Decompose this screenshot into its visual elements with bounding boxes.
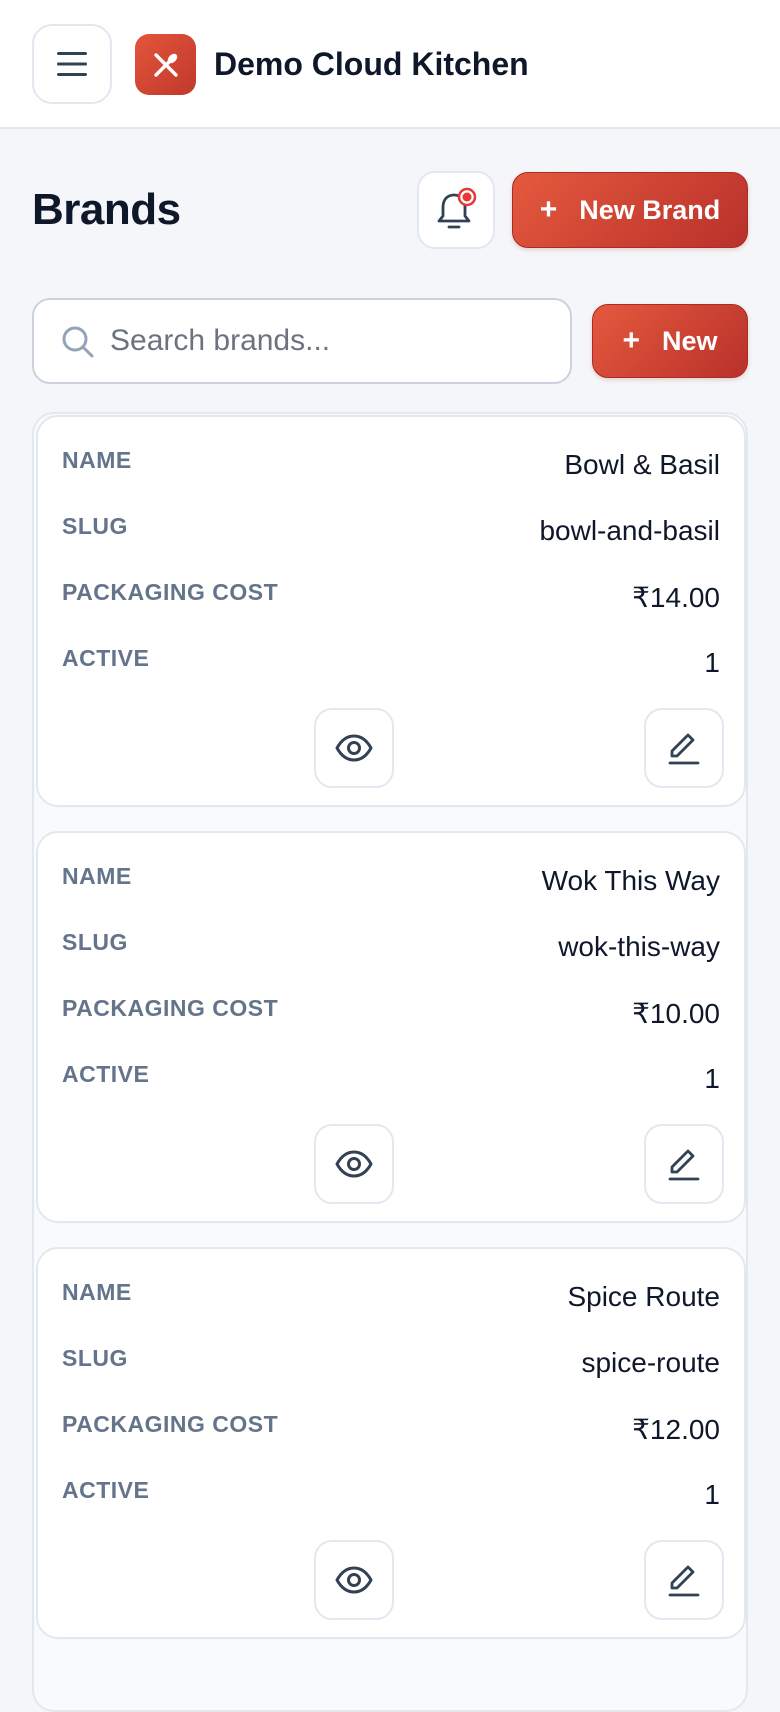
brand-packaging-cost: ₹12.00 — [632, 1414, 720, 1445]
slug-label: SLUG — [62, 929, 128, 955]
brand-slug: bowl-and-basil — [539, 515, 720, 546]
brand-active: 1 — [704, 647, 720, 678]
brand-name: Wok This Way — [541, 865, 720, 896]
new-brand-button[interactable]: + New Brand — [512, 172, 748, 248]
brand-list: NAME Bowl & Basil SLUG bowl-and-basil PA… — [32, 412, 748, 1712]
brand-packaging-cost: ₹10.00 — [632, 998, 720, 1029]
eye-icon — [335, 734, 373, 762]
slug-row: SLUG bowl-and-basil — [62, 513, 720, 553]
brand-card: NAME Spice Route SLUG spice-route PACKAG… — [36, 1247, 746, 1639]
new-brand-label: New Brand — [579, 194, 721, 225]
search-input[interactable] — [110, 300, 550, 382]
edit-button[interactable] — [644, 1124, 724, 1204]
pencil-icon — [668, 733, 700, 765]
view-button[interactable] — [314, 1540, 394, 1620]
packaging-cost-row: PACKAGING COST ₹12.00 — [62, 1411, 720, 1451]
slug-label: SLUG — [62, 1345, 128, 1371]
new-label: New — [662, 325, 718, 356]
view-button[interactable] — [314, 1124, 394, 1204]
name-row: NAME Wok This Way — [62, 863, 720, 903]
active-label: ACTIVE — [62, 1061, 150, 1087]
search-icon — [62, 326, 94, 358]
packaging-cost-label: PACKAGING COST — [62, 1411, 279, 1437]
active-label: ACTIVE — [62, 1477, 150, 1503]
slug-label: SLUG — [62, 513, 128, 539]
brand-name: Bowl & Basil — [564, 449, 720, 480]
brand-active: 1 — [704, 1063, 720, 1094]
active-row: ACTIVE 1 — [62, 1477, 720, 1517]
edit-button[interactable] — [644, 1540, 724, 1620]
pencil-icon — [668, 1565, 700, 1597]
app-logo[interactable] — [135, 34, 196, 95]
plus-icon: + — [539, 193, 558, 226]
notifications-button[interactable] — [417, 171, 495, 249]
brand-active: 1 — [704, 1479, 720, 1510]
edit-button[interactable] — [644, 708, 724, 788]
packaging-cost-label: PACKAGING COST — [62, 995, 279, 1021]
top-bar: Demo Cloud Kitchen — [0, 0, 780, 129]
plus-icon: + — [622, 324, 640, 357]
name-label: NAME — [62, 1279, 132, 1305]
page-title: Brands — [32, 185, 181, 234]
name-row: NAME Bowl & Basil — [62, 447, 720, 487]
search-box[interactable] — [32, 298, 572, 384]
active-row: ACTIVE 1 — [62, 645, 720, 685]
utensils-icon — [153, 52, 178, 77]
brand-card: NAME Bowl & Basil SLUG bowl-and-basil PA… — [36, 415, 746, 807]
new-button[interactable]: + New — [592, 304, 748, 378]
eye-icon — [335, 1150, 373, 1178]
packaging-cost-label: PACKAGING COST — [62, 579, 279, 605]
brand-name: Spice Route — [567, 1281, 720, 1312]
active-row: ACTIVE 1 — [62, 1061, 720, 1101]
name-label: NAME — [62, 447, 132, 473]
pencil-icon — [668, 1149, 700, 1181]
name-row: NAME Spice Route — [62, 1279, 720, 1319]
active-label: ACTIVE — [62, 645, 150, 671]
slug-row: SLUG spice-route — [62, 1345, 720, 1385]
hamburger-menu-button[interactable] — [32, 24, 112, 104]
name-label: NAME — [62, 863, 132, 889]
brand-card: NAME Wok This Way SLUG wok-this-way PACK… — [36, 831, 746, 1223]
bell-icon — [437, 187, 477, 229]
packaging-cost-row: PACKAGING COST ₹14.00 — [62, 579, 720, 619]
packaging-cost-row: PACKAGING COST ₹10.00 — [62, 995, 720, 1035]
view-button[interactable] — [314, 708, 394, 788]
brand-slug: spice-route — [581, 1347, 720, 1378]
brand-slug: wok-this-way — [558, 931, 720, 962]
hamburger-icon — [57, 52, 87, 76]
brand-packaging-cost: ₹14.00 — [632, 582, 720, 613]
app-title: Demo Cloud Kitchen — [214, 46, 529, 82]
eye-icon — [335, 1566, 373, 1594]
slug-row: SLUG wok-this-way — [62, 929, 720, 969]
